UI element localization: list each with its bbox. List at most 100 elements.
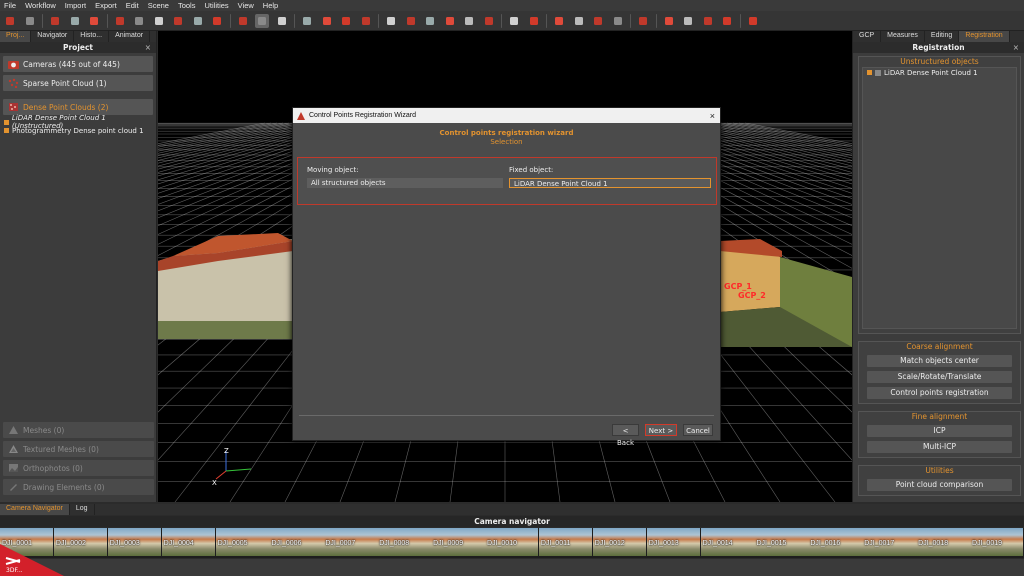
camera-thumbnail[interactable]: DJI_0018 (916, 528, 970, 556)
tab-animator[interactable]: Animator (109, 31, 151, 42)
points-icon[interactable] (68, 14, 82, 28)
textured-category[interactable]: Textured Meshes (0) (3, 441, 154, 457)
box-red-icon[interactable] (720, 14, 734, 28)
menu-tools[interactable]: Tools (178, 1, 196, 10)
point-cloud-comparison-button[interactable]: Point cloud comparison (867, 479, 1012, 491)
icp-button[interactable]: ICP (867, 425, 1012, 437)
tab-navigator[interactable]: Navigator (31, 31, 75, 42)
fixed-object-label: Fixed object: (509, 166, 554, 174)
ruler-icon[interactable] (591, 14, 605, 28)
camera-thumbnail[interactable]: DJI_0006 (269, 528, 323, 556)
menu-scene[interactable]: Scene (148, 1, 169, 10)
app-icon[interactable] (3, 14, 17, 28)
terrain-red-icon[interactable] (339, 14, 353, 28)
cube-star-icon[interactable] (191, 14, 205, 28)
camera-thumbnail[interactable]: DJI_0015 (754, 528, 808, 556)
camera-thumbnail[interactable]: DJI_0013 (646, 528, 701, 556)
camera-thumbnail[interactable]: DJI_0010 (485, 528, 539, 556)
gear-icon[interactable] (681, 14, 695, 28)
box-icon[interactable] (701, 14, 715, 28)
cancel-button[interactable]: Cancel (683, 424, 713, 436)
control-points-registration-button[interactable]: Control points registration (867, 387, 1012, 399)
dialog-titlebar: Control Points Registration Wizard × (293, 108, 720, 123)
fixed-object-field[interactable]: LiDAR Dense Point Cloud 1 (509, 178, 711, 188)
factory-icon[interactable] (384, 14, 398, 28)
camera-thumbnail[interactable]: DJI_0003 (107, 528, 162, 556)
orientation-icon[interactable] (48, 14, 62, 28)
menu-export[interactable]: Export (95, 1, 117, 10)
record-icon[interactable] (210, 14, 224, 28)
circle-icon[interactable] (236, 14, 250, 28)
thumbnail-strip[interactable]: DJI_0001 DJI_0002 DJI_0003 DJI_0004 DJI_0005… (0, 528, 1024, 558)
tab-registration[interactable]: Registration (959, 31, 1010, 42)
hexagon-gear-icon[interactable] (462, 14, 476, 28)
hexagon-dots-icon[interactable] (482, 14, 496, 28)
close-icon[interactable]: × (145, 42, 151, 53)
menu-workflow[interactable]: Workflow (25, 1, 56, 10)
brush-icon[interactable] (359, 14, 373, 28)
close-icon[interactable]: × (1013, 42, 1019, 53)
menu-view[interactable]: View (238, 1, 254, 10)
code-icon[interactable] (662, 14, 676, 28)
sparse-category[interactable]: Sparse Point Cloud (1) (3, 75, 153, 91)
tripod-icon[interactable] (300, 14, 314, 28)
close-icon[interactable]: × (710, 111, 715, 121)
camera-thumbnail[interactable]: DJI_0009 (431, 528, 485, 556)
square-active-icon[interactable] (255, 13, 269, 28)
camera-add-icon[interactable] (113, 14, 127, 28)
camera-thumbnail[interactable]: DJI_0019 (970, 528, 1024, 556)
redo-icon[interactable] (527, 14, 541, 28)
hexagon-icon[interactable] (443, 14, 457, 28)
drawing-category[interactable]: Drawing Elements (0) (3, 479, 154, 495)
dense-category[interactable]: Dense Point Clouds (2) (3, 99, 153, 115)
tree-item-lidar[interactable]: LiDAR Dense Point Cloud 1 (Unstructured) (0, 114, 156, 130)
menu-import[interactable]: Import (65, 1, 86, 10)
menu-utilities[interactable]: Utilities (204, 1, 228, 10)
camera-thumbnail[interactable]: DJI_0011 (538, 528, 593, 556)
scale-rotate-translate-button[interactable]: Scale/Rotate/Translate (867, 371, 1012, 383)
cluster-icon[interactable] (275, 14, 289, 28)
unstructured-item-lidar[interactable]: LiDAR Dense Point Cloud 1 (863, 68, 1016, 77)
camera-thumbnail[interactable]: DJI_0016 (808, 528, 862, 556)
camera-thumbnail[interactable]: DJI_0007 (323, 528, 377, 556)
terrain-icon[interactable] (320, 14, 334, 28)
next-button[interactable]: Next > (645, 424, 677, 436)
chart-icon[interactable] (636, 14, 650, 28)
ortho-category[interactable]: Orthophotos (0) (3, 460, 154, 476)
match-objects-center-button[interactable]: Match objects center (867, 355, 1012, 367)
save-icon[interactable] (23, 14, 37, 28)
camera-thumbnail[interactable]: DJI_0005 (215, 528, 269, 556)
tab-history[interactable]: Histo... (74, 31, 110, 42)
menu-help[interactable]: Help (263, 1, 278, 10)
meshes-category[interactable]: Meshes (0) (3, 422, 154, 438)
tab-gcp[interactable]: GCP (853, 31, 882, 42)
menu-edit[interactable]: Edit (126, 1, 139, 10)
camera-thumbnail[interactable]: DJI_0004 (161, 528, 216, 556)
multi-icp-button[interactable]: Multi-ICP (867, 441, 1012, 453)
rotate-icon[interactable] (552, 14, 566, 28)
tab-measures[interactable]: Measures (881, 31, 925, 42)
back-button[interactable]: < Back (612, 424, 639, 447)
moving-object-field[interactable]: All structured objects (307, 178, 503, 188)
target-icon[interactable] (404, 14, 418, 28)
mesh-icon[interactable] (87, 14, 101, 28)
cameras-category[interactable]: Cameras (445 out of 445) (3, 56, 153, 72)
crop-icon[interactable] (572, 14, 586, 28)
target-grid-icon[interactable] (423, 14, 437, 28)
cube-icon[interactable] (132, 14, 146, 28)
camera-thumbnail[interactable]: DJI_0008 (377, 528, 431, 556)
help-icon[interactable] (746, 14, 760, 28)
camera-thumbnail[interactable]: DJI_0012 (592, 528, 647, 556)
undo-icon[interactable] (507, 14, 521, 28)
cube-gear-icon[interactable] (152, 14, 166, 28)
cube-edit-icon[interactable] (171, 14, 185, 28)
tab-log[interactable]: Log (70, 504, 95, 515)
camera-thumbnail[interactable]: DJI_0014 (700, 528, 754, 556)
tab-project[interactable]: Proj... (0, 31, 32, 42)
menu-file[interactable]: File (4, 1, 16, 10)
tree-item-photogrammetry[interactable]: Photogrammetry Dense point cloud 1 (0, 127, 156, 136)
camera-thumbnail[interactable]: DJI_0017 (862, 528, 916, 556)
triangle-ruler-icon[interactable] (611, 14, 625, 28)
tab-camera-navigator[interactable]: Camera Navigator (0, 504, 70, 515)
tab-editing[interactable]: Editing (925, 31, 960, 42)
